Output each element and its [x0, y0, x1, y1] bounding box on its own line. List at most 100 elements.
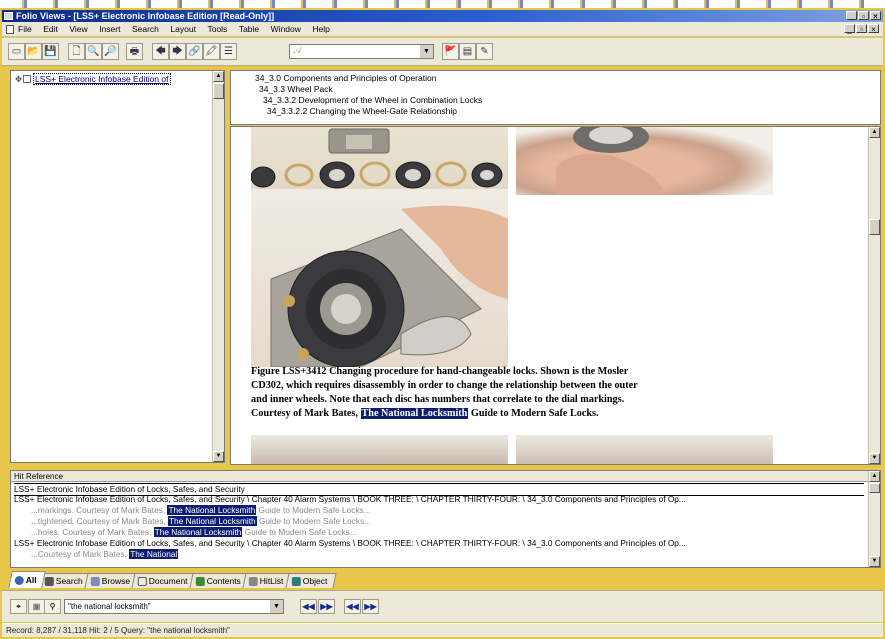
chevron-down-icon[interactable]: ▼ [270, 600, 283, 613]
scroll-up-icon[interactable]: ▲ [869, 471, 880, 482]
tab-all[interactable]: All [8, 571, 46, 588]
close-button[interactable]: × [870, 11, 881, 21]
breadcrumb-item[interactable]: 34_3.3.2 Development of the Wheel in Com… [235, 95, 876, 106]
contents-icon [195, 576, 205, 586]
object-icon [291, 576, 301, 586]
tab-label: Object [302, 575, 328, 586]
zoom-icon[interactable]: 🔎 [102, 43, 119, 60]
scroll-down-icon[interactable]: ▼ [869, 556, 880, 567]
first-hit-button[interactable]: ◀◀ [300, 599, 317, 614]
query-input-value: "the national locksmith" [68, 602, 151, 611]
query-options-icon[interactable]: ▣ [28, 599, 45, 614]
doc-close-button[interactable]: × [868, 24, 879, 34]
find-icon[interactable]: 🔍 [85, 43, 102, 60]
title-bar[interactable]: Folio Views - [LSS+ Electronic Infobase … [2, 10, 883, 22]
app-icon [4, 12, 13, 20]
menu-tools[interactable]: Tools [207, 22, 227, 37]
scroll-down-icon[interactable]: ▼ [213, 451, 224, 462]
link-icon[interactable]: 🔗 [186, 43, 203, 60]
print-preview-icon[interactable]: 🗋 [68, 43, 85, 60]
menu-help[interactable]: Help [312, 22, 329, 37]
doc-minimize-button[interactable]: _ [844, 24, 855, 34]
search-icon[interactable]: ⚲ [44, 599, 61, 614]
hit-path[interactable]: LSS+ Electronic Infobase Edition of Lock… [14, 494, 686, 505]
tab-label: Contents [206, 575, 241, 586]
tree-checkbox[interactable] [23, 75, 31, 83]
hit-text: ...holes. Courtesy of Mark Bates, [31, 527, 154, 537]
chevron-down-icon[interactable]: ▼ [420, 45, 433, 58]
contents-tree: ✥ LSS+ Electronic Infobase Edition of ▲ ▼ [10, 70, 225, 463]
breadcrumb-item[interactable]: 34_3.3.2.2 Changing the Wheel-Gate Relat… [235, 106, 876, 117]
menu-layout[interactable]: Layout [170, 22, 196, 37]
hit-list-item[interactable]: ...tightened. Courtesy of Mark Bates, Th… [31, 516, 371, 527]
back-icon[interactable]: 🡄 [152, 43, 169, 60]
status-bar: Record: 8,287 / 31,118 Hit: 2 / 5 Query:… [2, 623, 883, 637]
bookmark-icon[interactable]: 🚩 [442, 43, 459, 60]
note-icon[interactable]: ▤ [459, 43, 476, 60]
next-hit-button[interactable]: ▶▶ [362, 599, 379, 614]
hit-highlight: The National Locksmith [153, 527, 243, 537]
style-select[interactable]: 𝒜 ▼ [289, 44, 434, 59]
tree-item-root[interactable]: ✥ LSS+ Electronic Infobase Edition of [15, 73, 171, 85]
doc-maximize-button[interactable]: ▫ [856, 24, 867, 34]
print-icon[interactable]: 🖶 [126, 43, 143, 60]
tab-label: All [25, 574, 37, 585]
breadcrumb-item[interactable]: 34_3.0 Components and Principles of Oper… [235, 73, 876, 84]
caption-line: and inner wheels. Note that each disc ha… [251, 394, 625, 405]
menu-file[interactable]: File [18, 22, 32, 37]
highlight-icon[interactable]: 🖍 [203, 43, 220, 60]
maximize-button[interactable]: ▫ [858, 11, 869, 21]
menu-edit[interactable]: Edit [43, 22, 58, 37]
scroll-up-icon[interactable]: ▲ [213, 71, 224, 82]
style-icon: 𝒜 [293, 45, 302, 55]
scroll-down-icon[interactable]: ▼ [869, 453, 880, 464]
query-input[interactable]: "the national locksmith" ▼ [64, 599, 284, 614]
hit-list-item[interactable]: ...Courtesy of Mark Bates, The National [31, 549, 179, 559]
hit-scrollbar[interactable]: ▲ ▼ [868, 471, 880, 567]
tab-search[interactable]: Search [38, 573, 92, 588]
forward-icon[interactable]: 🡆 [169, 43, 186, 60]
tab-document[interactable]: Document [131, 573, 197, 588]
tree-scrollbar[interactable]: ▲ ▼ [212, 71, 224, 462]
figure-caption: Figure LSS+3412 Changing procedure for h… [251, 365, 871, 421]
breadcrumb-item[interactable]: 34_3.3 Wheel Pack [235, 84, 876, 95]
figure-image [516, 435, 773, 464]
new-icon[interactable]: ▭ [8, 43, 25, 60]
tab-object[interactable]: Object [284, 573, 336, 588]
menu-table[interactable]: Table [239, 22, 259, 37]
open-icon[interactable]: 📂 [25, 43, 42, 60]
document-icon [138, 576, 148, 586]
scroll-thumb[interactable] [213, 83, 224, 99]
document-scrollbar[interactable]: ▲ ▼ [868, 127, 880, 464]
caption-line: Figure LSS+3412 Changing procedure for h… [251, 366, 629, 377]
scroll-up-icon[interactable]: ▲ [869, 127, 880, 138]
search-hit-highlight[interactable]: The National Locksmith [360, 408, 469, 419]
browse-icon [90, 576, 100, 586]
menu-insert[interactable]: Insert [99, 22, 120, 37]
last-hit-button[interactable]: ▶▶ [318, 599, 335, 614]
menu-window[interactable]: Window [271, 22, 301, 37]
hand-dial-image [516, 127, 773, 195]
save-icon[interactable]: 💾 [42, 43, 59, 60]
binoculars-icon[interactable]: ⌖ [10, 599, 27, 614]
document-icon[interactable] [6, 25, 14, 34]
tab-contents[interactable]: Contents [189, 573, 250, 588]
hit-list-item[interactable]: ...holes. Courtesy of Mark Bates, The Na… [31, 527, 357, 538]
menu-search[interactable]: Search [132, 22, 159, 37]
globe-icon [14, 575, 24, 585]
popup-icon[interactable]: ✎ [476, 43, 493, 60]
tree-item-label: LSS+ Electronic Infobase Edition of [33, 73, 171, 85]
expand-icon[interactable]: ✥ [15, 74, 23, 85]
window-title: Folio Views - [LSS+ Electronic Infobase … [16, 11, 275, 21]
tab-browse[interactable]: Browse [84, 573, 139, 588]
scroll-thumb[interactable] [869, 219, 880, 235]
contents-icon[interactable]: ☰ [220, 43, 237, 60]
scroll-thumb[interactable] [869, 483, 880, 493]
menu-view[interactable]: View [69, 22, 87, 37]
previous-hit-button[interactable]: ◀◀ [344, 599, 361, 614]
hit-path[interactable]: LSS+ Electronic Infobase Edition of Lock… [14, 538, 686, 549]
hit-text: Guide to Modern Safe Locks... [242, 527, 357, 537]
hit-list-item[interactable]: ...markings. Courtesy of Mark Bates, The… [31, 505, 371, 516]
hit-highlight: The National Locksmith [167, 505, 257, 515]
minimize-button[interactable]: _ [846, 11, 857, 21]
